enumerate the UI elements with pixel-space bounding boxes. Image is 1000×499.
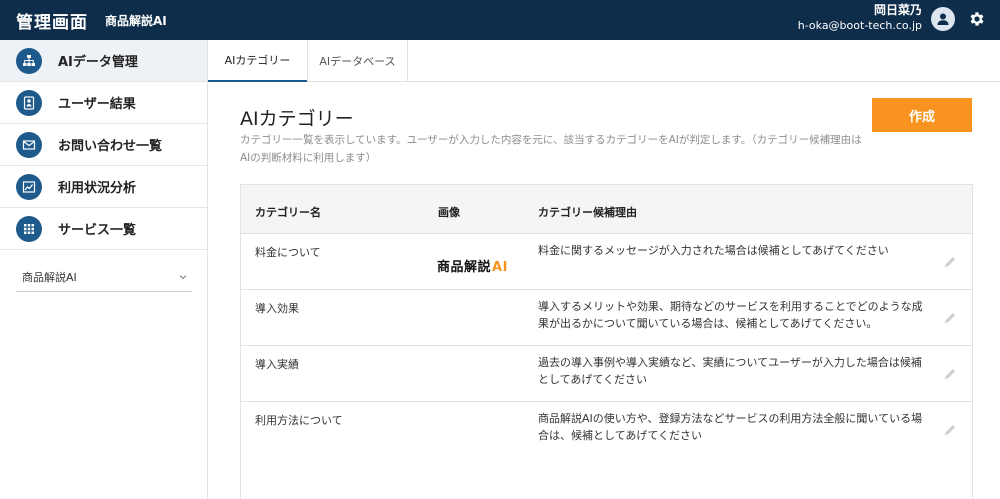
tab-bar: AIカテゴリー AIデータベース [208, 40, 1000, 82]
table-row: 料金について 商品解説AI 料金に関するメッセージが入力された場合は候補としてあ… [241, 234, 972, 290]
gear-icon [970, 12, 984, 26]
column-header-image: 画像 [438, 206, 460, 219]
sidebar-item-label: サービス一覧 [58, 223, 137, 238]
pencil-icon [945, 425, 955, 435]
table-row: 導入効果 導入するメリットや効果、期待などのサービスを利用することでどのような成… [241, 290, 972, 346]
sitemap-icon [16, 47, 42, 74]
category-name: 導入実績 [255, 358, 299, 371]
edit-button[interactable] [941, 253, 959, 271]
user-badge-icon [16, 89, 42, 116]
pencil-icon [945, 313, 955, 323]
chart-icon [16, 173, 42, 200]
product-group-select[interactable]: 商品解説AI [16, 262, 192, 292]
tab-ai-category[interactable]: AIカテゴリー [208, 40, 307, 82]
table-row: 利用方法について 商品解説AIの使い方や、登録方法などサービスの利用方法全般に聞… [241, 402, 972, 458]
product-group-label: 商品解説AI [22, 270, 77, 284]
sidebar-item-label: 利用状況分析 [58, 181, 137, 196]
column-header-name: カテゴリー名 [255, 206, 321, 219]
avatar[interactable] [931, 7, 955, 31]
logo-ai-text: AI [492, 260, 508, 275]
sidebar-item-label: ユーザー結果 [58, 97, 136, 112]
sidebar-item-user-results[interactable]: ユーザー結果 [0, 82, 207, 124]
category-reason: 過去の導入事例や導入実績など、実績についてユーザーが入力した場合は候補としてあげ… [538, 356, 922, 386]
tab-ai-database[interactable]: AIデータベース [307, 40, 408, 82]
category-reason: 商品解説AIの使い方や、登録方法などサービスの利用方法全般に聞いている場合は、候… [538, 412, 923, 442]
sidebar-item-label: お問い合わせ一覧 [58, 139, 163, 154]
column-header-reason: カテゴリー候補理由 [538, 206, 637, 219]
create-button[interactable]: 作成 [872, 98, 972, 132]
edit-button[interactable] [941, 365, 959, 383]
user-email: h-oka@boot-tech.co.jp [797, 19, 922, 32]
logo-text: 商品解説 [437, 260, 492, 275]
settings-button[interactable] [967, 9, 987, 29]
edit-button[interactable] [941, 421, 959, 439]
page-title: AIカテゴリー [240, 108, 354, 130]
page-description: カテゴリー一覧を表示しています。ユーザーが入力した内容を元に、該当するカテゴリー… [240, 134, 862, 164]
category-name: 導入効果 [255, 302, 299, 315]
user-info: 岡日菜乃 h-oka@boot-tech.co.jp [798, 3, 922, 34]
table-header: カテゴリー名 画像 カテゴリー候補理由 [241, 185, 972, 234]
category-name: 料金について [255, 246, 321, 259]
sidebar-item-ai-data[interactable]: AIデータ管理 [0, 40, 207, 82]
sidebar-item-usage-analysis[interactable]: 利用状況分析 [0, 166, 207, 208]
user-name: 岡日菜乃 [873, 3, 922, 17]
mail-icon [16, 131, 42, 158]
sidebar-item-label: AIデータ管理 [58, 55, 138, 70]
app-title[interactable]: 管理画面 [16, 8, 88, 33]
chevron-down-icon [179, 274, 187, 279]
sidebar-item-inquiries[interactable]: お問い合わせ一覧 [0, 124, 207, 166]
category-reason: 料金に関するメッセージが入力された場合は候補としてあげてください [538, 244, 889, 257]
category-reason: 導入するメリットや効果、期待などのサービスを利用することでどのような成果が出るか… [538, 300, 923, 330]
product-name: 商品解説AI [105, 14, 167, 28]
table-row: 導入実績 過去の導入事例や導入実績など、実績についてユーザーが入力した場合は候補… [241, 346, 972, 402]
category-image-logo: 商品解説AI [437, 256, 508, 275]
category-table: カテゴリー名 画像 カテゴリー候補理由 料金について 商品解説AI 料金に関する… [240, 184, 973, 499]
sidebar-item-services[interactable]: サービス一覧 [0, 208, 207, 250]
pencil-icon [945, 369, 955, 379]
category-name: 利用方法について [255, 414, 343, 427]
top-header: 管理画面 商品解説AI 岡日菜乃 h-oka@boot-tech.co.jp [0, 0, 1000, 40]
edit-button[interactable] [941, 309, 959, 327]
grid-icon [16, 215, 42, 242]
user-icon [937, 13, 949, 25]
pencil-icon [945, 257, 955, 267]
sidebar: AIデータ管理 ユーザー結果 お問い合わせ一覧 利用状況分析 サービス一覧 商品… [0, 40, 208, 499]
